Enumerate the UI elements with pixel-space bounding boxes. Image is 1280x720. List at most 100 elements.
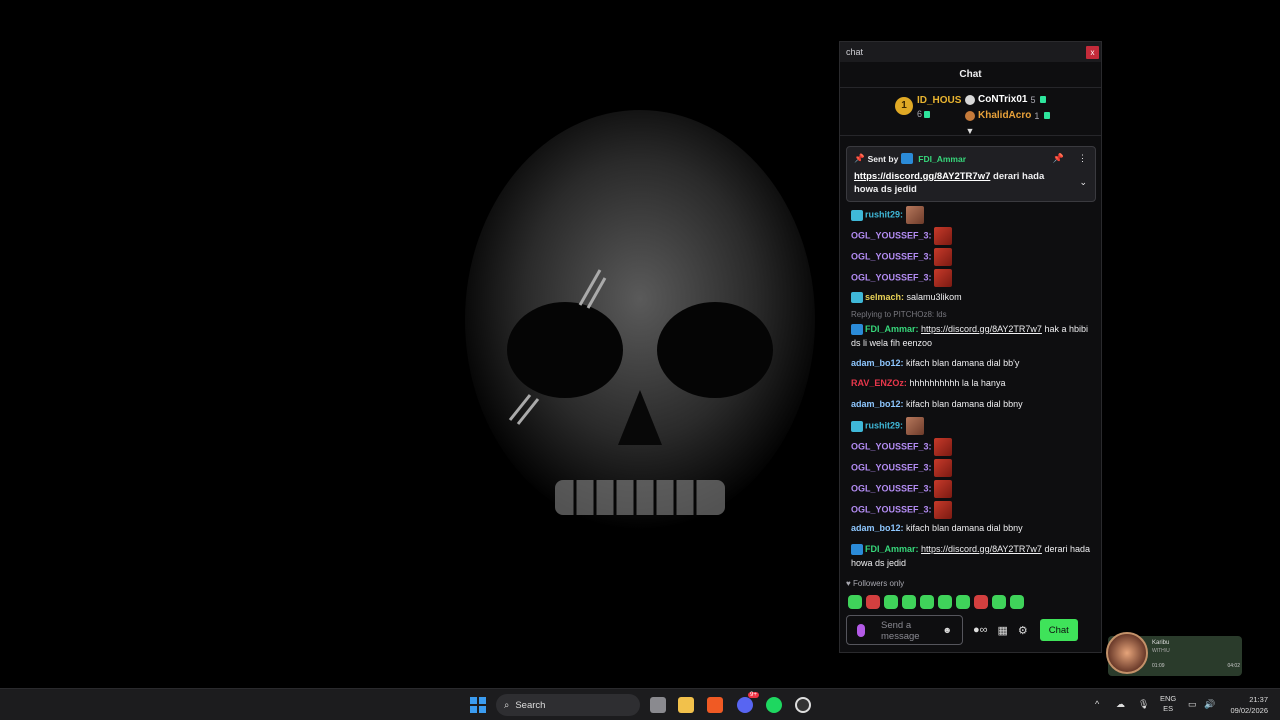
spotify-icon[interactable] <box>766 697 782 713</box>
message-input[interactable]: Send a message ☻ <box>846 615 963 645</box>
chat-message[interactable]: RAV_ENZOz: hhhhhhhhhh la la hanya <box>851 376 1091 390</box>
chat-username[interactable]: FDI_Ammar: <box>865 324 919 334</box>
collapse-leaderboard-icon[interactable]: ▼ <box>964 127 976 136</box>
search-label: Search <box>515 699 546 711</box>
more-options-icon[interactable]: ⋮ <box>1078 153 1087 164</box>
chat-message[interactable]: adam_bo12: kifach blan damana dial bb'y <box>851 356 1091 370</box>
pinned-link[interactable]: https://discord.gg/8AY2TR7w7 <box>854 171 990 182</box>
media-artist: WITH\U <box>1152 648 1170 654</box>
chat-username[interactable]: rushit29: <box>865 209 903 219</box>
emote-icon[interactable] <box>884 595 898 609</box>
send-chat-button[interactable]: Chat <box>1039 619 1078 641</box>
emote-icon[interactable] <box>992 595 1006 609</box>
chevron-down-icon[interactable]: ⌄ <box>1079 177 1087 188</box>
cloud-icon[interactable]: ☁ <box>1116 699 1125 710</box>
leaderboard-first-name[interactable]: ID_HOUS <box>917 95 961 106</box>
chat-text: salamu3likom <box>906 292 962 302</box>
store-icon[interactable]: ▦ <box>998 624 1008 637</box>
chat-message[interactable]: OGL_YOUSSEF_3: <box>851 227 1091 245</box>
discord-icon[interactable] <box>737 697 753 713</box>
chat-header: Chat <box>840 62 1101 88</box>
chat-messages: rushit29: OGL_YOUSSEF_3: OGL_YOUSSEF_3: … <box>840 206 1103 576</box>
chat-message[interactable]: selmach: salamu3likom <box>851 290 1091 304</box>
pin-icon: 📌 <box>854 153 865 163</box>
emote-icon[interactable] <box>848 595 862 609</box>
chat-message[interactable]: rushit29: <box>851 206 1091 224</box>
chat-username[interactable]: OGL_YOUSSEF_3: <box>851 504 932 514</box>
leaderboard-third[interactable]: KhalidAcro 1 <box>965 110 1051 121</box>
chat-text: kifach blan damana dial bbny <box>906 523 1023 533</box>
chat-username[interactable]: adam_bo12: <box>851 358 904 368</box>
leaderboard-second[interactable]: CoNTrix01 5 <box>965 94 1047 105</box>
microphone-icon[interactable] <box>857 624 865 637</box>
chat-link[interactable]: https://discord.gg/8AY2TR7w7 <box>921 544 1042 554</box>
emote-icon[interactable] <box>956 595 970 609</box>
user-badge-icon <box>901 153 914 164</box>
emote-icon[interactable] <box>902 595 916 609</box>
chat-message[interactable]: OGL_YOUSSEF_3: <box>851 269 1091 287</box>
emote-bar <box>848 595 1024 609</box>
emote-icon[interactable] <box>938 595 952 609</box>
chat-username[interactable]: OGL_YOUSSEF_3: <box>851 441 932 451</box>
emoji-icon[interactable]: ☻ <box>943 625 952 635</box>
pinned-author[interactable]: FDI_Ammar <box>918 154 966 164</box>
chat-username[interactable]: adam_bo12: <box>851 399 904 409</box>
unpin-icon[interactable]: 📌 <box>1053 153 1064 164</box>
emote-icon[interactable] <box>920 595 934 609</box>
brave-browser-icon[interactable] <box>707 697 723 713</box>
chat-username[interactable]: FDI_Ammar: <box>865 544 919 554</box>
clock[interactable]: 21:37 09/02/2026 <box>1224 694 1268 716</box>
chat-message[interactable]: FDI_Ammar: https://discord.gg/8AY2TR7w7 … <box>851 322 1091 350</box>
keyboard-language[interactable]: ENG ES <box>1160 694 1176 714</box>
gift-icon[interactable]: ●∞ <box>973 624 988 636</box>
close-button[interactable]: x <box>1086 45 1099 59</box>
devil-emote-icon <box>934 459 953 477</box>
chat-username[interactable]: OGL_YOUSSEF_3: <box>851 462 932 472</box>
album-art <box>1106 632 1148 674</box>
chat-message[interactable]: OGL_YOUSSEF_3: <box>851 480 1091 498</box>
volume-icon[interactable]: 🔊 <box>1204 699 1215 710</box>
chat-username[interactable]: OGL_YOUSSEF_3: <box>851 230 932 240</box>
chat-username[interactable]: rushit29: <box>865 420 903 430</box>
gem-icon <box>924 111 931 119</box>
emote-icon[interactable] <box>866 595 880 609</box>
emote-icon[interactable] <box>974 595 988 609</box>
settings-icon[interactable]: ⚙ <box>1018 624 1028 637</box>
chat-message[interactable]: adam_bo12: kifach blan damana dial bbny <box>851 521 1091 535</box>
chat-username[interactable]: OGL_YOUSSEF_3: <box>851 483 932 493</box>
pinned-body: https://discord.gg/8AY2TR7w7 derari hada… <box>854 170 1088 196</box>
obs-icon[interactable] <box>795 697 811 713</box>
followers-only-notice: ♥ Followers only <box>846 579 905 588</box>
chat-message[interactable]: OGL_YOUSSEF_3: <box>851 459 1091 477</box>
chat-message[interactable]: OGL_YOUSSEF_3: <box>851 501 1091 519</box>
search-icon: ⌕ <box>504 699 510 711</box>
chat-message[interactable]: OGL_YOUSSEF_3: <box>851 248 1091 266</box>
user-badge-icon <box>851 292 863 304</box>
lang-bottom: ES <box>1163 704 1174 713</box>
media-progress: 01:09 04:02 <box>1152 663 1240 669</box>
emote-icon[interactable] <box>1010 595 1024 609</box>
chat-link[interactable]: https://discord.gg/8AY2TR7w7 <box>921 324 1042 334</box>
chat-username[interactable]: OGL_YOUSSEF_3: <box>851 272 932 282</box>
task-view-icon[interactable] <box>650 697 666 713</box>
chat-username[interactable]: adam_bo12: <box>851 523 904 533</box>
media-title: Karibu <box>1152 640 1170 646</box>
microphone-tray-icon[interactable]: 🎙 <box>1138 699 1149 710</box>
tray-expand-icon[interactable]: ^ <box>1095 699 1099 709</box>
windows-start-icon[interactable] <box>470 697 486 713</box>
chat-message[interactable]: FDI_Ammar: https://discord.gg/8AY2TR7w7 … <box>851 542 1091 570</box>
chat-message[interactable]: rushit29: <box>851 417 1091 435</box>
file-explorer-icon[interactable] <box>678 697 694 713</box>
chat-username[interactable]: RAV_ENZOz: <box>851 378 907 388</box>
network-icon[interactable]: ▭ <box>1188 699 1197 710</box>
leaderboard-second-points: 5 <box>1030 94 1036 105</box>
user-badge-icon <box>851 209 863 221</box>
taskbar-search[interactable]: ⌕ Search <box>496 694 640 716</box>
chat-message[interactable]: OGL_YOUSSEF_3: <box>851 438 1091 456</box>
user-badge-icon <box>851 324 863 336</box>
window-titlebar: chat x <box>840 42 1101 62</box>
chat-message[interactable]: adam_bo12: kifach blan damana dial bbny <box>851 397 1091 411</box>
gem-icon <box>1040 96 1047 103</box>
chat-username[interactable]: selmach: <box>865 292 904 302</box>
chat-username[interactable]: OGL_YOUSSEF_3: <box>851 251 932 261</box>
